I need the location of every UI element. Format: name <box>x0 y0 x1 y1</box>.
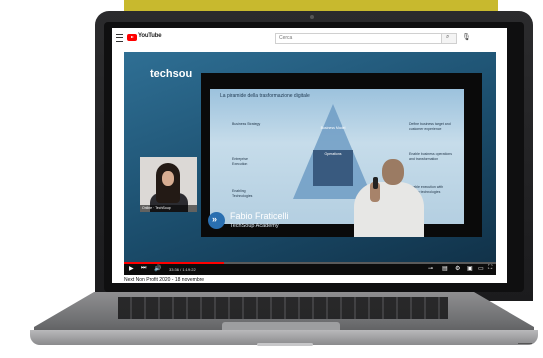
theater-mode-icon[interactable]: ▭ <box>478 265 484 272</box>
slide-label-right-top: Define business target and customer expe… <box>409 122 451 131</box>
mic-icon[interactable]: 🎙 <box>462 33 471 41</box>
autoplay-toggle-icon[interactable]: ⊸ <box>428 265 433 272</box>
slide-title: La piramide della trasformazione digital… <box>220 93 310 99</box>
search-icon: ⌕ <box>446 34 450 40</box>
video-title[interactable]: Next Non Profit 2020 - 18 novembre <box>124 277 204 283</box>
menu-icon[interactable] <box>116 34 123 42</box>
laptop-screen: YouTube Cerca ⌕ 🎙 techsou La piramide de… <box>112 28 507 283</box>
laptop-camera <box>310 15 314 19</box>
laptop-keyboard <box>118 297 448 319</box>
search-placeholder: Cerca <box>279 35 293 41</box>
webcam-label: Online · TechSoup <box>140 205 197 212</box>
slide-label-left-mid: Entreprise Execution <box>232 157 248 166</box>
lower-third-logo-icon: » <box>208 212 225 229</box>
search-button[interactable]: ⌕ <box>441 33 457 44</box>
player-controls: ▶ ⏭ 🔊 33:36 / 1:19:22 ⊸ ▤ ⚙ ▣ ▭ ⛶ <box>124 264 496 275</box>
youtube-logo-text[interactable]: YouTube <box>138 33 162 39</box>
youtube-logo-icon[interactable] <box>127 34 137 41</box>
techsoup-logo: techsou <box>150 68 193 80</box>
search-input[interactable]: Cerca <box>275 33 443 44</box>
page-margin <box>496 52 507 262</box>
fullscreen-icon[interactable]: ⛶ <box>488 265 492 272</box>
youtube-header: YouTube Cerca ⌕ 🎙 <box>112 28 507 48</box>
webcam-person-face <box>162 171 174 186</box>
speaker-name: Fabio Fraticelli <box>230 211 289 221</box>
video-player[interactable]: techsou La piramide della trasformazione… <box>124 52 496 262</box>
volume-icon[interactable]: 🔊 <box>154 265 161 272</box>
play-icon[interactable]: ▶ <box>129 265 134 272</box>
microphone <box>373 177 378 189</box>
webcam-inset: Online · TechSoup <box>140 157 197 212</box>
table-edge-line <box>518 343 532 344</box>
next-icon[interactable]: ⏭ <box>141 265 146 272</box>
speaker-head <box>382 159 404 185</box>
pyramid-label-top: Business Model <box>320 126 346 130</box>
slide-label-right-mid: Enable business operations and transform… <box>409 152 453 161</box>
slide-label-left-bottom: Enabling Technologies <box>232 189 253 198</box>
laptop-front-notch <box>257 343 313 346</box>
pyramid-label-mid: Operations <box>324 152 342 156</box>
miniplayer-icon[interactable]: ▣ <box>467 265 473 272</box>
subtitles-icon[interactable]: ▤ <box>442 265 448 272</box>
settings-icon[interactable]: ⚙ <box>455 265 460 272</box>
time-display: 33:36 / 1:19:22 <box>169 267 196 272</box>
speaker-organization: TechSoup Academy <box>230 223 279 229</box>
slide-label-left-top: Business Strategy <box>232 122 261 126</box>
top-banner <box>124 0 498 11</box>
speaker-figure <box>354 182 424 237</box>
